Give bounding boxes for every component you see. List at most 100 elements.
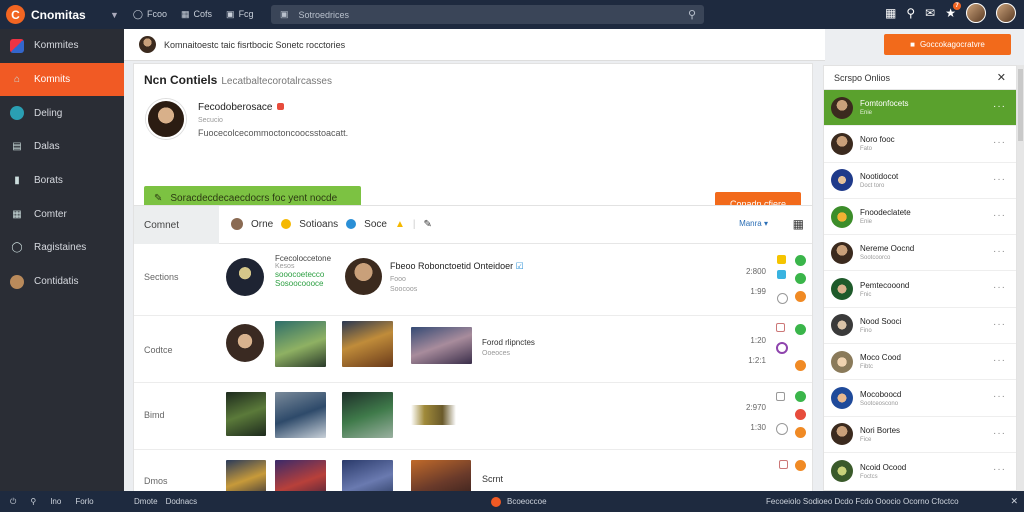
row-content: Fbeoo Robonctoetid Onteidoer ☑ Fooo Sooc… bbox=[390, 261, 524, 293]
more-icon[interactable]: ··· bbox=[993, 210, 1006, 221]
thumbnail-image[interactable] bbox=[342, 392, 393, 438]
filter-item[interactable]: Soce bbox=[364, 219, 387, 230]
tab-comment[interactable]: Comnet bbox=[134, 206, 219, 244]
table-row[interactable]: Dmos Scrnt bbox=[134, 450, 812, 494]
friend-item[interactable]: Nori Bortes Fice ··· bbox=[824, 417, 1016, 453]
power-icon[interactable]: ⏻ bbox=[10, 497, 16, 507]
more-icon[interactable]: ··· bbox=[993, 319, 1006, 330]
notifications-icon[interactable]: ★ 7 bbox=[945, 2, 961, 20]
grid-icon[interactable]: ▦ bbox=[885, 6, 896, 20]
avatar[interactable] bbox=[139, 36, 156, 53]
search-icon[interactable]: ⚲ bbox=[688, 8, 696, 21]
thumbnail-image[interactable] bbox=[275, 460, 326, 494]
bottom-center[interactable]: Bcoeoccoe bbox=[491, 496, 547, 507]
thumbnail-image[interactable] bbox=[275, 392, 326, 438]
avatar[interactable] bbox=[345, 258, 382, 295]
filter-item[interactable]: Sotioans bbox=[299, 219, 338, 230]
calendar-icon[interactable]: ▦ bbox=[793, 217, 804, 231]
trash-icon bbox=[779, 460, 788, 469]
sidebar-item[interactable]: Kommites bbox=[0, 29, 124, 63]
friend-item[interactable]: Fomtonfocets Enie ··· bbox=[824, 90, 1016, 127]
sidebar-item-active[interactable]: ⌂ Komnits bbox=[0, 62, 124, 97]
check-icon[interactable] bbox=[795, 324, 806, 335]
breadcrumb: Komnaitoestc taic fisrtbocic Sonetc rocc… bbox=[164, 39, 346, 50]
friend-item[interactable]: Nereme Oocnd Sootcoorco ··· bbox=[824, 235, 1016, 272]
sidebar-item[interactable]: ▤ Dalas bbox=[0, 130, 124, 164]
more-icon[interactable]: ··· bbox=[993, 282, 1006, 293]
thumbnail-image[interactable] bbox=[411, 327, 472, 364]
friend-item[interactable]: Nootidocot Doct toro ··· bbox=[824, 163, 1016, 199]
search-input[interactable]: Sotroedrices bbox=[299, 10, 350, 20]
more-icon[interactable]: ··· bbox=[993, 464, 1006, 475]
thumbnail-image[interactable] bbox=[226, 460, 266, 494]
table-row[interactable]: Codtce Forod rlipnctes Ooeoces 1:20 1:2:… bbox=[134, 316, 812, 383]
check-icon[interactable] bbox=[795, 273, 806, 284]
top-nav-item[interactable]: ◯ Fcoo bbox=[133, 9, 167, 20]
table-row[interactable]: Sections Fcecoloccetone Kesos sooocoetec… bbox=[134, 245, 812, 316]
bottom-item[interactable]: Forlo bbox=[75, 497, 93, 506]
table-row[interactable]: Bimd 2:970 1:30 bbox=[134, 383, 812, 450]
avatar[interactable] bbox=[226, 258, 264, 296]
more-icon[interactable]: ··· bbox=[993, 391, 1006, 402]
sidebar-item[interactable]: ▦ Comter bbox=[0, 197, 124, 231]
more-icon[interactable]: ··· bbox=[993, 137, 1006, 148]
friend-item[interactable]: Pemtecooond Fnic ··· bbox=[824, 271, 1016, 308]
more-icon[interactable]: ··· bbox=[993, 428, 1006, 439]
sidebar-item[interactable]: Deling bbox=[0, 96, 124, 130]
check-icon[interactable] bbox=[795, 391, 806, 402]
search-icon[interactable]: ⚲ bbox=[906, 6, 915, 20]
mail-icon[interactable]: ✉ bbox=[925, 6, 935, 20]
app-logo[interactable]: C Cnomitas bbox=[0, 5, 124, 24]
bottom-item[interactable]: Dodnacs bbox=[166, 497, 198, 506]
thumbnail-image[interactable] bbox=[226, 392, 266, 436]
more-icon[interactable]: ··· bbox=[993, 246, 1006, 257]
profile-avatar[interactable] bbox=[146, 99, 186, 139]
thumbnail-image[interactable] bbox=[342, 321, 393, 367]
search-bar[interactable]: ▣ Sotroedrices ⚲ bbox=[271, 5, 704, 24]
thumbnail-image[interactable] bbox=[275, 321, 326, 367]
sidebar-item[interactable]: ▮ Borats bbox=[0, 164, 124, 198]
more-icon[interactable]: ··· bbox=[993, 101, 1006, 112]
edit-icon[interactable]: ✎ bbox=[423, 219, 431, 230]
friend-item[interactable]: Moco Cood Fibtc ··· bbox=[824, 344, 1016, 381]
avatar[interactable] bbox=[996, 3, 1016, 23]
thumbnail-image[interactable] bbox=[411, 460, 471, 494]
menu-dropdown[interactable]: Manra ▾ bbox=[739, 219, 768, 228]
check-icon[interactable] bbox=[795, 255, 806, 266]
sidebar-item[interactable]: ◯ Ragistaines bbox=[0, 231, 124, 265]
more-icon[interactable]: ··· bbox=[993, 174, 1006, 185]
avatar[interactable] bbox=[226, 324, 264, 362]
flag-icon[interactable] bbox=[795, 360, 806, 371]
friend-item[interactable]: Noro fooc Fato ··· bbox=[824, 126, 1016, 163]
close-icon[interactable]: ✕ bbox=[1010, 496, 1018, 507]
flag-icon[interactable] bbox=[795, 427, 806, 438]
trash-icon bbox=[776, 323, 785, 332]
friend-item[interactable]: Mocoboocd Sootceoscono ··· bbox=[824, 380, 1016, 417]
friend-item[interactable]: Fnoodeclatete Enie ··· bbox=[824, 199, 1016, 236]
avatar[interactable] bbox=[966, 3, 986, 23]
bottom-item[interactable]: Dmote bbox=[134, 497, 158, 506]
close-icon[interactable]: ✕ bbox=[997, 71, 1006, 84]
page-header: Komnaitoestc taic fisrtbocic Sonetc rocc… bbox=[124, 29, 1011, 61]
item-image[interactable] bbox=[411, 405, 456, 425]
flag-icon[interactable] bbox=[795, 460, 806, 471]
scrollbar-thumb[interactable] bbox=[1018, 69, 1023, 141]
alert-icon[interactable] bbox=[795, 409, 806, 420]
top-nav-item[interactable]: ▦ Cofs bbox=[181, 9, 212, 20]
bars-icon: ▮ bbox=[14, 175, 20, 187]
chat-icon[interactable]: ⚲ bbox=[30, 497, 36, 506]
thumbnail-image[interactable] bbox=[342, 460, 393, 494]
friend-item[interactable]: Ncoid Ocood Foctcs ··· bbox=[824, 453, 1016, 489]
bottom-item[interactable]: Ino bbox=[50, 497, 61, 506]
avatar bbox=[831, 205, 853, 228]
top-nav-item[interactable]: ▣ Fcg bbox=[226, 9, 254, 20]
filter-item[interactable]: Orne bbox=[251, 219, 273, 230]
more-icon[interactable]: ··· bbox=[993, 355, 1006, 366]
chevron-down-icon[interactable]: ▼ bbox=[110, 10, 119, 20]
scrollbar[interactable] bbox=[1017, 65, 1024, 491]
top-icons: ▦ ⚲ ✉ ★ 7 bbox=[885, 2, 1016, 23]
sidebar-item[interactable]: Contidatis bbox=[0, 265, 124, 299]
flag-icon[interactable] bbox=[795, 291, 806, 302]
friend-item[interactable]: Nood Sooci Fino ··· bbox=[824, 308, 1016, 345]
header-action-button[interactable]: ■ Goccokagocratvre bbox=[884, 34, 1011, 55]
